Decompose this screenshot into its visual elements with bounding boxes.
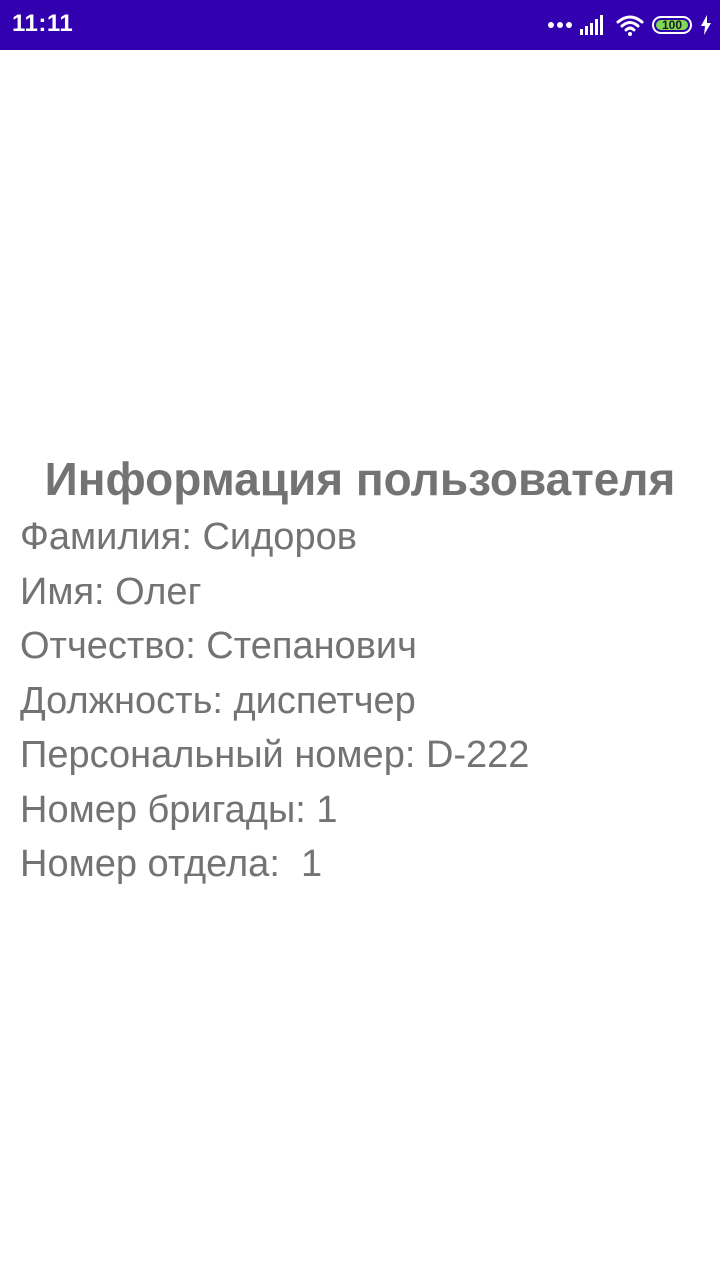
- brigade-number-line: Номер бригады: 1: [20, 788, 338, 831]
- user-info-section: Информация пользователя Фамилия: Сидоров…: [0, 448, 720, 892]
- name-line: Имя: Олег: [20, 570, 202, 613]
- battery-icon: 100: [652, 16, 692, 34]
- surname-line: Фамилия: Сидоров: [20, 516, 357, 558]
- signal-icon: [580, 15, 603, 35]
- status-time: 11:11: [12, 10, 74, 37]
- patronymic-line: Отчество: Степанович: [20, 625, 417, 667]
- wifi-icon: [616, 15, 644, 36]
- status-icons: 100: [548, 12, 712, 38]
- page-title: Информация пользователя: [44, 453, 676, 505]
- more-dots-icon: [548, 22, 572, 28]
- status-bar: 11:11 100: [0, 0, 720, 50]
- department-number-line: Номер отдела: 1: [20, 843, 323, 885]
- personal-number-line: Персональный номер: D-222: [20, 734, 530, 776]
- position-line: Должность: диспетчер: [20, 679, 416, 722]
- battery-level: 100: [661, 18, 683, 32]
- charging-icon: [701, 15, 711, 35]
